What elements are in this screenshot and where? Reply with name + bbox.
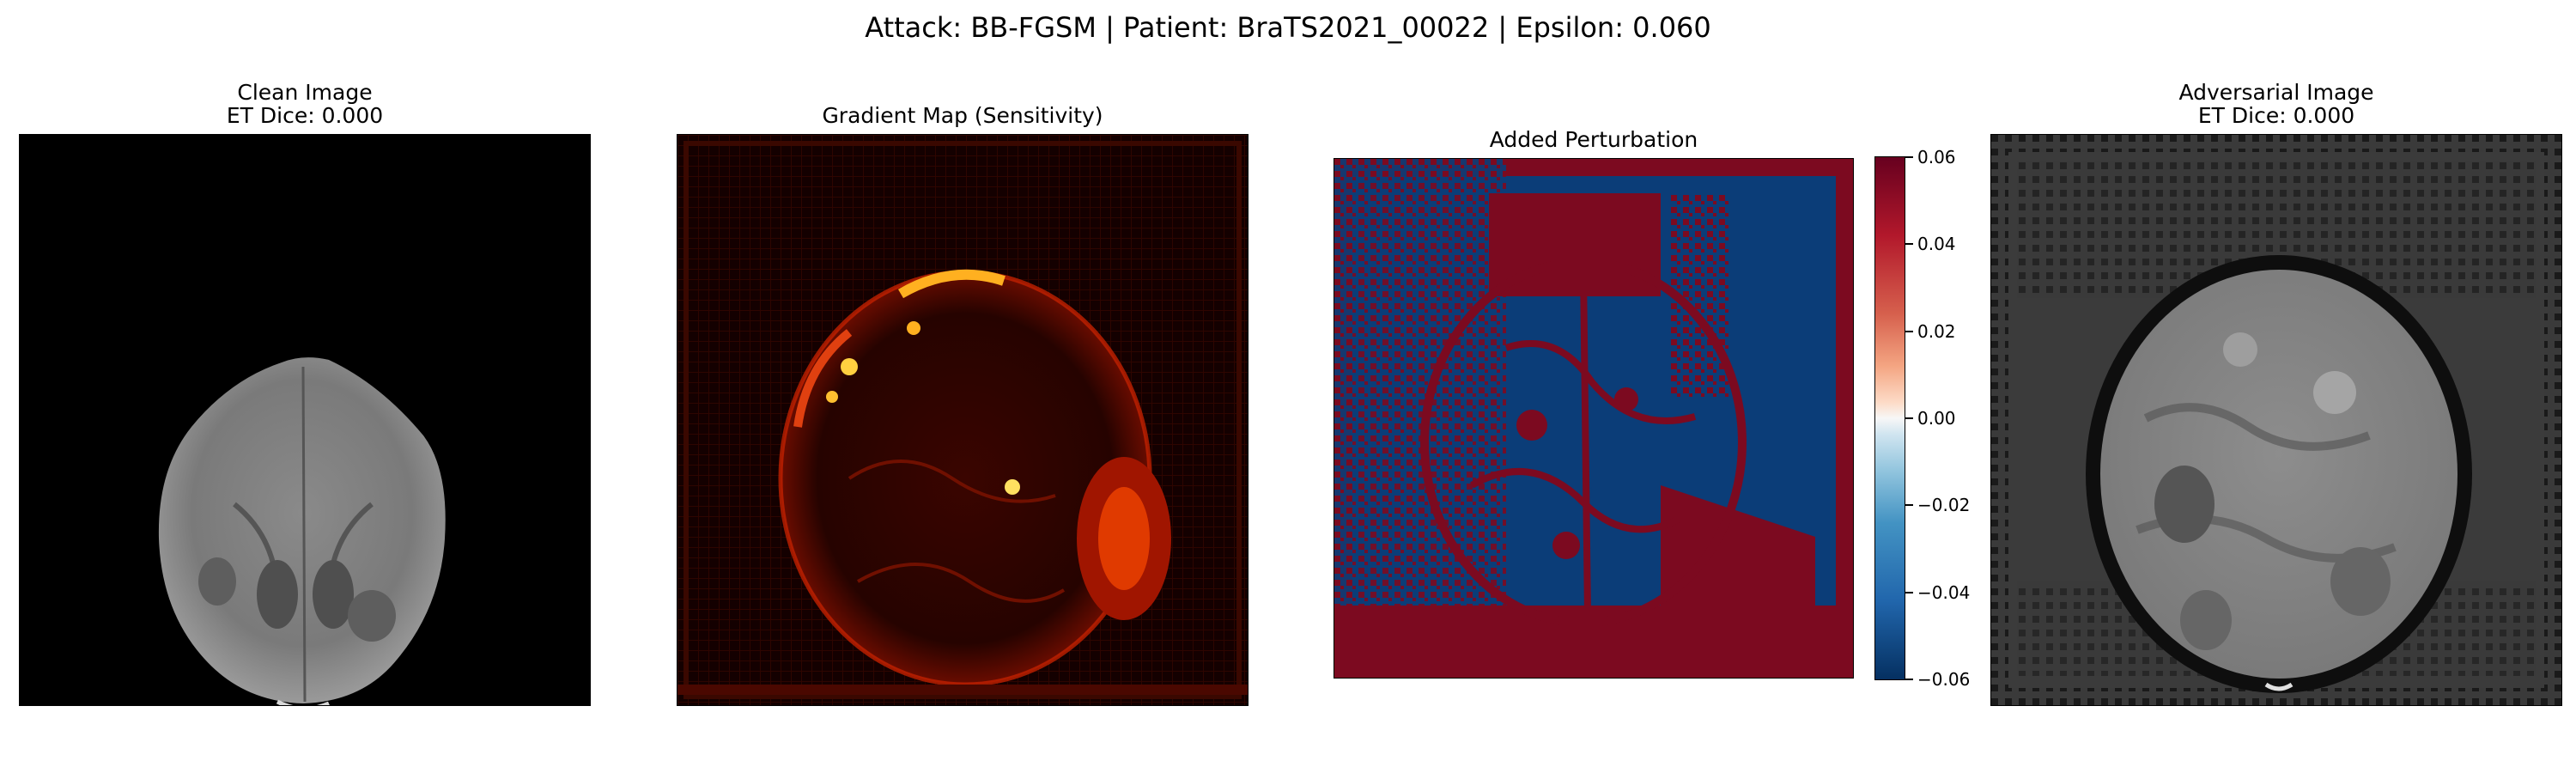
- adversarial-image-title: Adversarial Image: [2178, 80, 2374, 105]
- gradient-heatmap: [677, 135, 1248, 705]
- colorbar-tick-mark: [1905, 330, 1913, 332]
- figure-title: Attack: BB-FGSM | Patient: BraTS2021_000…: [865, 11, 1711, 44]
- perturbation-title: Added Perturbation: [1489, 127, 1698, 152]
- adversarial-image-panel: [1990, 134, 2562, 706]
- colorbar-tick-mark: [1905, 679, 1913, 680]
- colorbar-tick-mark: [1905, 243, 1913, 246]
- perturbation-panel: [1334, 158, 1854, 679]
- adversarial-brain-image: [1991, 135, 2561, 705]
- colorbar-tick-label: 0.04: [1917, 234, 1956, 255]
- clean-brain-image: [158, 357, 446, 705]
- colorbar-gradient: [1875, 157, 1905, 679]
- colorbar-tick-label: −0.06: [1917, 669, 1971, 690]
- colorbar-tick-mark: [1905, 156, 1913, 158]
- colorbar-tick-mark: [1905, 417, 1913, 419]
- colorbar-tick-label: −0.04: [1917, 581, 1971, 603]
- colorbar-tick-label: −0.02: [1917, 495, 1971, 516]
- clean-image-panel: [19, 134, 591, 706]
- perturbation-map: [1334, 159, 1853, 678]
- colorbar-tick-mark: [1905, 504, 1913, 507]
- clean-image-title: Clean Image: [237, 80, 373, 105]
- adversarial-image-dice: ET Dice: 0.000: [2197, 103, 2355, 128]
- colorbar-tick-label: 0.00: [1917, 408, 1956, 429]
- colorbar-tick-mark: [1905, 591, 1913, 593]
- colorbar-tick-label: 0.02: [1917, 320, 1956, 342]
- gradient-map-title: Gradient Map (Sensitivity): [822, 103, 1103, 128]
- clean-image-dice: ET Dice: 0.000: [226, 103, 384, 128]
- gradient-map-panel: [677, 134, 1249, 706]
- colorbar-tick-label: 0.06: [1917, 147, 1956, 167]
- colorbar: [1874, 156, 1905, 680]
